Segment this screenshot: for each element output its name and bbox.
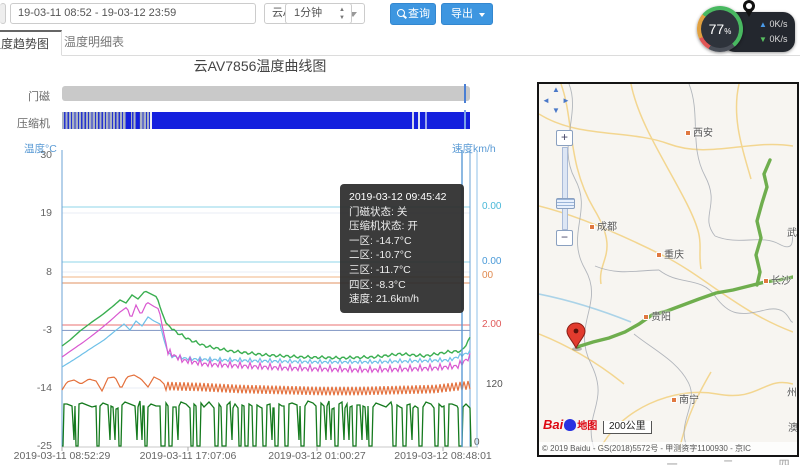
map-city-partial: 州 — [787, 384, 797, 399]
pan-right-icon[interactable]: ► — [562, 97, 570, 105]
compressor-bar-cursor — [464, 110, 466, 129]
zoom-in-button[interactable]: + — [556, 130, 573, 146]
map-city: 贵阳 — [643, 308, 671, 323]
door-bar-cursor — [464, 84, 466, 103]
map-marker-pin-icon[interactable] — [565, 322, 587, 352]
query-label: 查询 — [408, 8, 430, 20]
upload-arrow-icon: ▲ — [759, 20, 767, 29]
interval-select[interactable]: 1分钟 ▲▼ — [285, 3, 352, 24]
baidu-map[interactable]: 西安 成都 重庆 贵阳 南宁 长沙 武 州 澳 ▲ ▼ ◄ ► + − Bai地… — [537, 82, 799, 457]
speed-series-line — [62, 401, 471, 446]
temperature-series-line — [62, 375, 470, 395]
date-range-value: 19-03-11 08:52 - 19-03-12 23:59 — [18, 7, 176, 19]
baidu-logo: Bai地图 — [543, 417, 597, 432]
map-city-partial: 武 — [787, 224, 797, 239]
legend-item[interactable]: 一区 — [650, 456, 688, 465]
upload-speed: 0K/s — [769, 19, 787, 29]
legend-item[interactable]: 天 — [558, 456, 586, 465]
export-button[interactable]: 导出 — [441, 3, 493, 25]
pan-left-icon[interactable]: ◄ — [542, 97, 550, 105]
tooltip-row: 二区: -10.7°C — [349, 248, 455, 263]
tooltip-row: 三区: -11.7°C — [349, 263, 455, 278]
x-tick-marks — [62, 447, 443, 451]
compressor-bar-striped-section — [62, 112, 150, 129]
city-dot-icon — [656, 252, 662, 258]
map-canvas — [539, 84, 793, 451]
city-dot-icon — [763, 278, 769, 284]
tab-bar: 温度趋势图 温度明细表 — [0, 30, 800, 56]
pan-up-icon[interactable]: ▲ — [552, 86, 560, 94]
compressor-bar-solid-section — [152, 112, 470, 129]
tooltip-row: 速度: 21.6km/h — [349, 292, 455, 307]
date-range-input[interactable]: 19-03-11 08:52 - 19-03-12 23:59 — [10, 3, 256, 24]
caret-down-icon — [479, 13, 485, 17]
door-bar-label: 门磁 — [0, 88, 50, 104]
search-icon — [397, 9, 405, 17]
city-dot-icon — [685, 130, 691, 136]
zoom-slider-handle[interactable] — [556, 198, 575, 209]
export-label: 导出 — [451, 8, 473, 20]
zone-legend: 天 区 一区 二区 四区 — [558, 456, 800, 465]
city-dot-icon — [643, 314, 649, 320]
map-attribution: © 2019 Baidu - GS(2018)5572号 - 甲测资字11009… — [539, 442, 797, 455]
tooltip-row: 一区: -14.7°C — [349, 234, 455, 249]
query-button[interactable]: 查询 — [390, 3, 436, 25]
tab-detail-table[interactable]: 温度明细表 — [52, 30, 136, 54]
map-city: 重庆 — [656, 246, 684, 261]
spinner-icon[interactable]: ▲▼ — [339, 6, 345, 22]
tab-detail-label: 温度明细表 — [64, 35, 124, 49]
tooltip-time: 2019-03-12 09:45:42 — [349, 190, 455, 205]
zoom-slider[interactable] — [562, 147, 568, 230]
door-state-bar[interactable] — [62, 86, 470, 101]
legend-item[interactable]: 二区 — [706, 456, 744, 465]
legend-item[interactable]: 区 — [604, 456, 632, 465]
tooltip-row: 四区: -8.3°C — [349, 278, 455, 293]
chart-title: 云AV7856温度曲线图 — [0, 56, 520, 76]
map-city-partial: 澳 — [788, 419, 798, 434]
tab-trend-label: 温度趋势图 — [0, 37, 49, 51]
map-scale: 200公里 — [603, 421, 652, 434]
map-city: 西安 — [685, 124, 713, 139]
app-root: 19-03-11 08:52 - 19-03-12 23:59 云AV7856 … — [0, 0, 800, 465]
tooltip-row: 压缩机状态: 开 — [349, 219, 455, 234]
compressor-bar-label: 压缩机 — [0, 115, 50, 131]
city-dot-icon — [671, 397, 677, 403]
clipped-left-control — [0, 3, 6, 24]
map-city: 成都 — [589, 218, 617, 233]
interval-value: 1分钟 — [294, 7, 322, 19]
zoom-out-button[interactable]: − — [556, 230, 573, 246]
location-pin-icon — [743, 0, 755, 12]
compressor-state-bar[interactable] — [62, 112, 470, 129]
tooltip-row: 门磁状态: 关 — [349, 205, 455, 220]
map-city: 南宁 — [671, 391, 699, 406]
city-dot-icon — [589, 224, 595, 230]
legend-item[interactable]: 四区 — [762, 456, 800, 465]
chart-tooltip: 2019-03-12 09:45:42 门磁状态: 关 压缩机状态: 开 一区:… — [340, 184, 464, 313]
baidu-paw-icon — [564, 419, 576, 431]
pan-down-icon[interactable]: ▼ — [552, 107, 560, 115]
map-city: 长沙 — [763, 272, 791, 287]
series-lines — [62, 292, 471, 447]
